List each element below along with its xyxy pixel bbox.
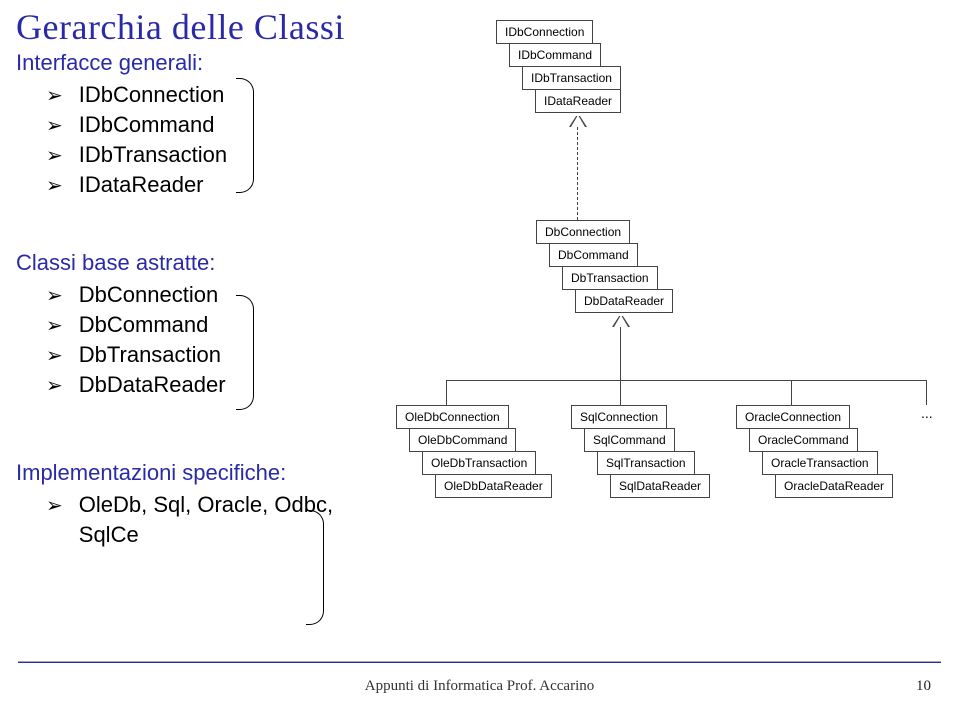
uml-solid-line (791, 380, 792, 405)
uml-solid-line (620, 380, 621, 405)
uml-class-box: OracleDataReader (775, 474, 893, 498)
list-item: ➢OleDb, Sql, Oracle, Odbc, SqlCe (46, 490, 346, 549)
left-column: Interfacce generali: ➢ IDbConnection ➢ IDb… (16, 50, 346, 589)
uml-dashed-line (577, 127, 578, 220)
uml-class-box: OracleTransaction (762, 451, 878, 475)
uml-class-box: OleDbConnection (396, 405, 509, 429)
list-item-label: IDataReader (79, 170, 204, 200)
list-item: ➢ DbCommand (46, 310, 346, 340)
list-item-label: DbCommand (79, 310, 209, 340)
list-item: ➢ IDbConnection (46, 80, 346, 110)
brace-icon (306, 510, 324, 625)
section-implementations: Implementazioni specifiche: ➢OleDb, Sql,… (16, 460, 346, 549)
uml-class-box: IDbCommand (509, 43, 601, 67)
page-number: 10 (916, 678, 931, 695)
uml-diagram: IDbConnection IDbCommand IDbTransaction … (436, 10, 956, 650)
uml-solid-line (926, 380, 927, 405)
list-item: ➢ DbDataReader (46, 370, 346, 400)
uml-class-box: DbTransaction (562, 266, 658, 290)
bullet-arrow-icon: ➢ (46, 313, 63, 340)
section-heading-implementations: Implementazioni specifiche: (16, 460, 346, 486)
bullet-arrow-icon: ➢ (46, 173, 63, 200)
list-item: ➢ IDataReader (46, 170, 346, 200)
list-item-label: IDbTransaction (79, 140, 227, 170)
ellipsis-icon: ... (921, 405, 933, 421)
uml-class-box: SqlTransaction (597, 451, 695, 475)
bullet-arrow-icon: ➢ (46, 113, 63, 140)
uml-solid-line (446, 380, 447, 405)
uml-class-box: OleDbDataReader (435, 474, 552, 498)
uml-class-box: DbConnection (536, 220, 630, 244)
bullet-arrow-icon: ➢ (46, 343, 63, 370)
uml-class-box: SqlConnection (571, 405, 667, 429)
uml-class-box: SqlDataReader (610, 474, 710, 498)
list-item-label: IDbConnection (79, 80, 225, 110)
uml-class-box: IDataReader (535, 89, 621, 113)
realization-arrow-icon (571, 115, 585, 127)
list-item: ➢ IDbTransaction (46, 140, 346, 170)
uml-class-box: SqlCommand (584, 428, 675, 452)
list-item: ➢ DbTransaction (46, 340, 346, 370)
bullet-arrow-icon: ➢ (46, 83, 63, 110)
list-item-label: DbConnection (79, 280, 218, 310)
bullet-arrow-icon: ➢ (46, 143, 63, 170)
section-abstracts: Classi base astratte: ➢ DbConnection ➢ DbC… (16, 250, 346, 400)
uml-class-box: OracleConnection (736, 405, 850, 429)
uml-class-box: OleDbTransaction (422, 451, 536, 475)
brace-icon (236, 295, 254, 410)
section-interfaces: Interfacce generali: ➢ IDbConnection ➢ IDb… (16, 50, 346, 200)
uml-solid-line (620, 327, 621, 380)
generalization-arrow-icon (614, 315, 628, 327)
list-item-label: DbDataReader (79, 370, 226, 400)
footer-rule (18, 661, 941, 663)
uml-class-box: IDbConnection (496, 20, 593, 44)
uml-class-box: DbDataReader (575, 289, 673, 313)
list-item: ➢ DbConnection (46, 280, 346, 310)
list-item: ➢ IDbCommand (46, 110, 346, 140)
brace-icon (236, 78, 254, 193)
bullet-arrow-icon: ➢ (46, 373, 63, 400)
section-heading-abstracts: Classi base astratte: (16, 250, 346, 276)
uml-class-box: DbCommand (549, 243, 638, 267)
uml-solid-line (446, 380, 926, 381)
bullet-arrow-icon: ➢ (46, 283, 63, 310)
uml-class-box: OleDbCommand (409, 428, 516, 452)
section-heading-interfaces: Interfacce generali: (16, 50, 346, 76)
uml-class-box: IDbTransaction (522, 66, 621, 90)
content-area: Interfacce generali: ➢ IDbConnection ➢ IDb… (16, 50, 936, 650)
list-item-label: DbTransaction (79, 340, 221, 370)
footer-text: Appunti di Informatica Prof. Accarino (0, 678, 959, 695)
bullet-arrow-icon: ➢ (46, 493, 63, 520)
list-item-label: IDbCommand (79, 110, 215, 140)
uml-class-box: OracleCommand (749, 428, 858, 452)
